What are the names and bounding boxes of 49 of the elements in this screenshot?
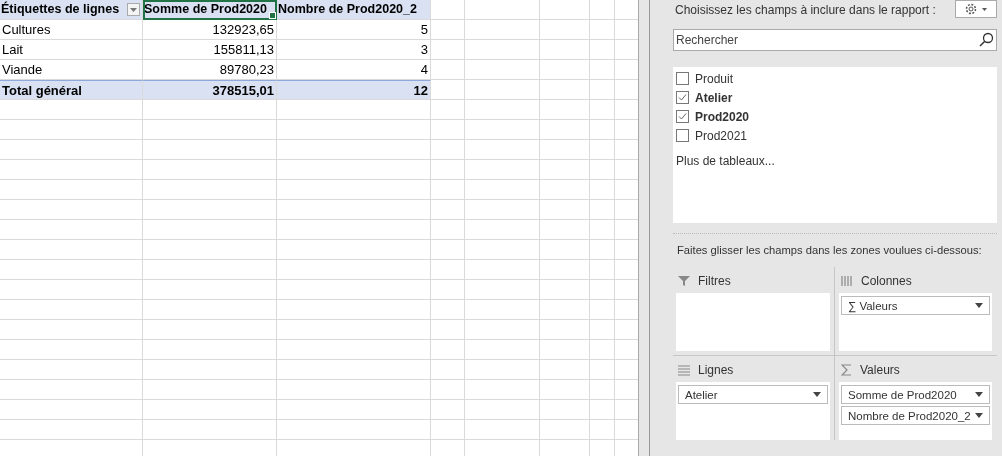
rows-icon <box>678 364 690 376</box>
column-header[interactable]: Somme de Prod2020 <box>143 0 277 20</box>
search-icon <box>978 32 994 48</box>
dropdown-button[interactable] <box>127 3 140 16</box>
field-chip[interactable]: Somme de Prod2020 <box>841 385 990 404</box>
area-title: Lignes <box>698 363 734 377</box>
field-chip[interactable]: Nombre de Prod2020_2 <box>841 406 990 425</box>
total-label: Total général <box>0 80 143 100</box>
drop-zone[interactable]: Somme de Prod2020 Nombre de Prod2020_2 <box>839 382 992 440</box>
dropdown-icon <box>975 303 983 308</box>
pane-instruction: Choisissez les champs à inclure dans le rapport : <box>674 3 936 17</box>
caret-icon <box>130 7 137 12</box>
areas-instruction: Faites glisser les champs dans les zones voulues ci-dessous: <box>676 244 983 256</box>
area-title: Colonnes <box>861 274 912 288</box>
dropdown-icon <box>813 392 821 397</box>
row-label: Cultures <box>0 20 143 40</box>
checkbox[interactable] <box>676 129 689 142</box>
table-cell: 155811,13 <box>143 40 277 60</box>
row-label: Lait <box>0 40 143 60</box>
dropdown-icon <box>975 392 983 397</box>
column-header[interactable]: Nombre de Prod2020_2 <box>277 0 431 20</box>
drop-zone[interactable]: ∑ Valeurs <box>839 293 992 351</box>
field-label[interactable]: Atelier <box>695 90 733 105</box>
sum-icon <box>841 364 852 376</box>
table-cell: 378515,01 <box>143 80 277 100</box>
field-label[interactable]: Prod2020 <box>695 109 750 124</box>
search-field[interactable]: Rechercher <box>673 29 997 51</box>
field-label[interactable]: Produit <box>695 71 734 86</box>
table-cell: 12 <box>277 80 431 100</box>
columns-icon <box>841 275 853 287</box>
checkbox[interactable] <box>676 110 689 123</box>
area-title: Valeurs <box>860 363 900 377</box>
dropdown-icon <box>975 413 983 418</box>
table-cell: 5 <box>277 20 431 40</box>
field-chip[interactable]: Atelier <box>678 385 828 404</box>
checkbox[interactable] <box>676 72 689 85</box>
field-label[interactable]: Prod2021 <box>695 128 748 143</box>
settings-icon <box>964 3 988 15</box>
area-title: Filtres <box>698 274 731 288</box>
checkbox[interactable] <box>676 91 689 104</box>
drop-zone[interactable]: Atelier <box>676 382 830 440</box>
field-chip[interactable]: ∑ Valeurs <box>841 296 990 315</box>
filter-icon <box>678 275 690 287</box>
table-cell: 3 <box>277 40 431 60</box>
pane-splitter[interactable] <box>638 0 660 456</box>
table-cell: 132923,65 <box>143 20 277 40</box>
settings-button[interactable] <box>955 0 997 18</box>
column-header[interactable]: Étiquettes de lignes <box>0 0 143 20</box>
more-tables-link[interactable]: Plus de tableaux... <box>676 154 994 168</box>
